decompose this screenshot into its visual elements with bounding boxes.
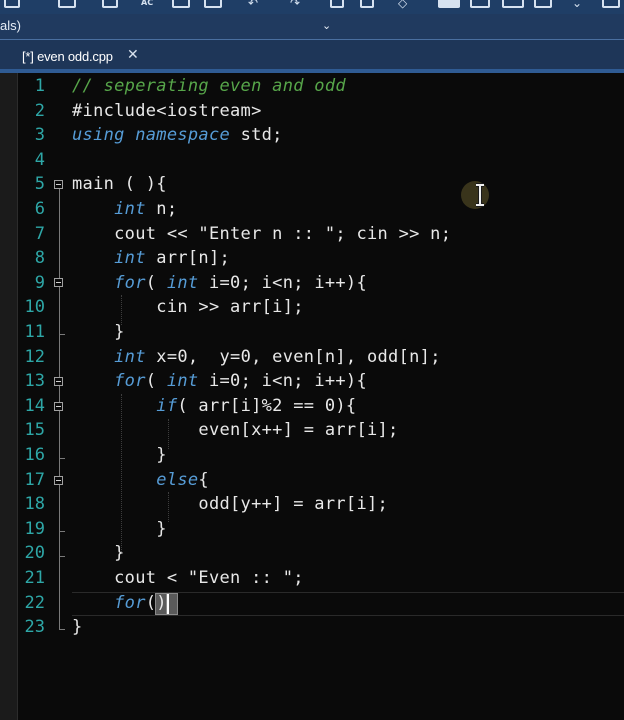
line-number: 22 (24, 592, 45, 613)
code-line[interactable]: using namespace std; (72, 123, 283, 148)
line-number: 14 (24, 395, 45, 416)
line-number: 6 (34, 199, 45, 219)
line-number: 4 (34, 149, 45, 170)
fold-toggle-icon[interactable] (54, 402, 63, 411)
code-line[interactable]: for() (72, 591, 167, 616)
tab-even-odd-cpp[interactable]: [*] even odd.cpp ✕ (10, 44, 154, 70)
fold-toggle-icon[interactable] (54, 180, 63, 189)
code-line[interactable]: #include<iostream> (72, 99, 262, 124)
line-number: 9 (34, 272, 45, 293)
toolbar-button-7[interactable] (360, 0, 374, 8)
indent-guide (121, 394, 122, 552)
indent-guide (121, 295, 122, 325)
code-line[interactable]: } (72, 615, 83, 640)
indent-guide (168, 419, 169, 449)
editor-left-margin (0, 73, 17, 720)
code-line[interactable]: cout < "Even :: "; (72, 566, 304, 591)
fold-end (59, 334, 65, 335)
line-number: 10 (24, 297, 45, 318)
code-line[interactable]: if( arr[i]%2 == 0){ (72, 394, 356, 419)
line-number: 8 (34, 248, 45, 269)
line-number: 16 (24, 445, 45, 465)
fold-toggle-icon[interactable] (54, 476, 63, 485)
code-line[interactable]: odd[y++] = arr[i]; (72, 492, 388, 517)
line-number: 20 (24, 543, 45, 564)
ibeam-cursor-icon (476, 183, 484, 207)
code-line[interactable]: } (72, 320, 125, 345)
line-number: 13 (24, 371, 45, 392)
text-caret (167, 594, 169, 614)
divider (17, 73, 18, 720)
line-number: 15 (24, 420, 45, 441)
code-line[interactable]: for( int i=0; i<n; i++){ (72, 271, 367, 296)
line-number: 19 (24, 518, 45, 539)
line-number: 17 (24, 469, 45, 490)
close-icon[interactable]: ✕ (127, 47, 139, 63)
line-number: 11 (24, 322, 45, 342)
fold-toggle-icon[interactable] (54, 377, 63, 386)
fold-end (59, 556, 65, 557)
line-number: 12 (24, 346, 45, 367)
toolbar-button-3[interactable] (102, 0, 118, 8)
indent-guide (168, 492, 169, 522)
code-line[interactable]: int n; (72, 197, 177, 222)
code-line[interactable]: } (72, 541, 125, 566)
code-line[interactable]: // seperating even and odd (72, 74, 346, 99)
toolbar-button-12[interactable] (602, 0, 620, 8)
code-line[interactable]: cout << "Enter n :: "; cin >> n; (72, 222, 451, 247)
code-line[interactable]: for( int i=0; i<n; i++){ (72, 369, 367, 394)
line-number: 7 (34, 223, 45, 244)
code-line[interactable]: } (72, 517, 167, 542)
code-line[interactable]: main ( ){ (72, 172, 167, 197)
tab-label: [*] even odd.cpp (22, 49, 113, 64)
line-number: 21 (24, 568, 45, 588)
fold-end (59, 458, 65, 459)
fold-end (59, 531, 65, 532)
fold-toggle-icon[interactable] (54, 278, 63, 287)
toolbar-button-6[interactable] (330, 0, 344, 8)
toolbar-button-9[interactable] (470, 0, 490, 8)
fold-end (59, 629, 65, 630)
scope-dropdown[interactable]: als) ⌄ (0, 14, 340, 40)
line-number: 1 (34, 76, 45, 96)
toolbar-button-5[interactable] (204, 0, 222, 8)
toolbar-button-10[interactable] (502, 0, 524, 8)
code-line[interactable]: } (72, 443, 167, 468)
code-line[interactable]: int x=0, y=0, even[n], odd[n]; (72, 345, 441, 370)
toolbar-button-1[interactable] (4, 0, 20, 8)
toolbar: AC ↶ ↷ ◇ ⌄ (0, 0, 624, 14)
line-number: 2 (34, 100, 45, 121)
code-line[interactable]: cin >> arr[i]; (72, 295, 304, 320)
line-number: 18 (24, 494, 45, 515)
code-line[interactable]: else{ (72, 468, 209, 493)
toolbar-ac-label[interactable]: AC (141, 0, 153, 7)
scope-bar: als) ⌄ (0, 14, 624, 40)
toolbar-button-8[interactable] (438, 0, 460, 8)
line-number: 5 (34, 174, 45, 195)
tab-strip: [*] even odd.cpp ✕ (0, 40, 624, 70)
scope-dropdown-label: als) (0, 18, 21, 33)
toolbar-button-11[interactable] (534, 0, 552, 8)
undo-icon[interactable]: ↶ (248, 0, 258, 10)
chevron-down-icon[interactable]: ⌄ (572, 0, 582, 10)
diamond-icon[interactable]: ◇ (398, 0, 407, 10)
toolbar-button-4[interactable] (172, 0, 190, 8)
line-number: 3 (34, 125, 45, 146)
chevron-down-icon[interactable]: ⌄ (322, 19, 331, 32)
line-number: 23 (24, 617, 45, 638)
code-line[interactable]: int arr[n]; (72, 246, 230, 271)
redo-icon[interactable]: ↷ (290, 0, 300, 10)
toolbar-button-2[interactable] (58, 0, 76, 8)
